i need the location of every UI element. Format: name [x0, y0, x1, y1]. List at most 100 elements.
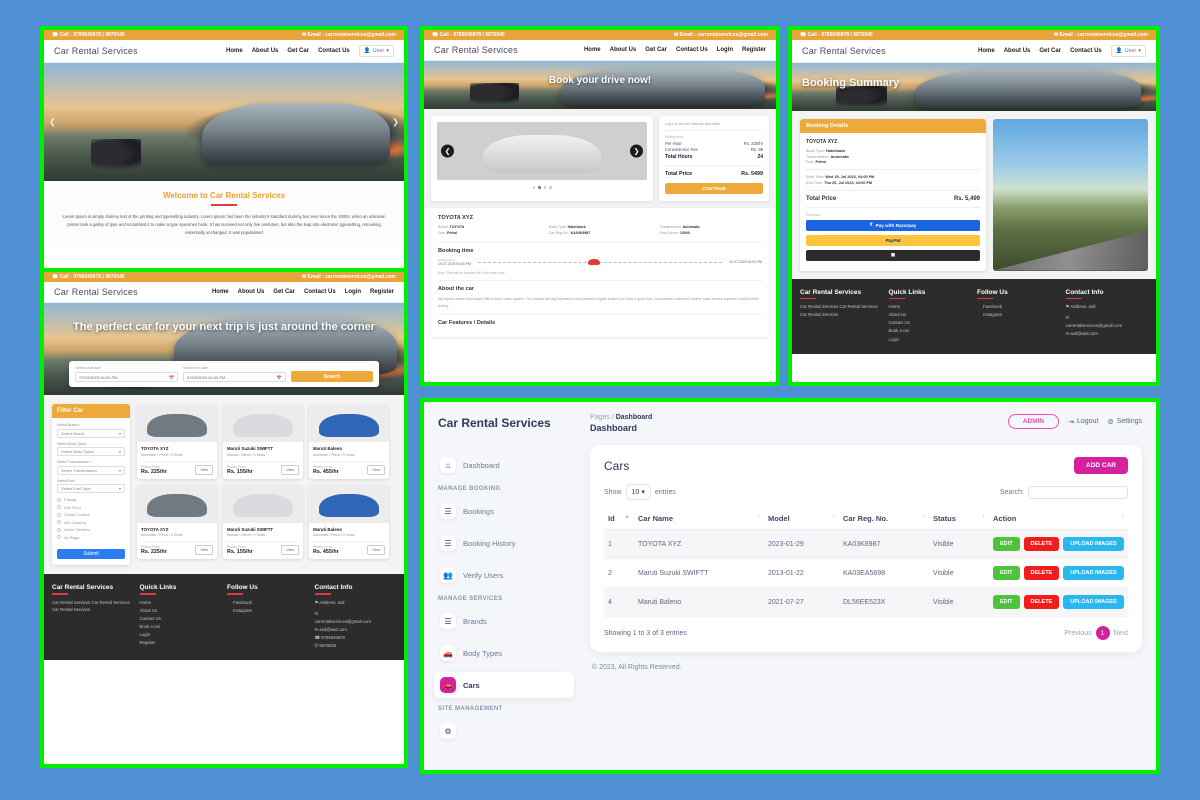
- footer-link-about-us[interactable]: About Us: [889, 311, 972, 319]
- logout-button[interactable]: ⇥ Logout: [1068, 418, 1098, 426]
- breadcrumb-pages[interactable]: Pages: [590, 414, 610, 421]
- footer-social-instagram[interactable]: Instagram: [233, 607, 309, 615]
- card-payment-button[interactable]: ▣: [806, 249, 980, 261]
- footer-link-book-a-car[interactable]: Book a car: [140, 623, 222, 631]
- upload-images-button[interactable]: UPLOAD IMAGES: [1063, 566, 1124, 580]
- nav-register[interactable]: Register: [370, 289, 394, 295]
- upload-images-button[interactable]: UPLOAD IMAGES: [1063, 537, 1124, 551]
- sidebar-item-cars[interactable]: 🚗 Cars: [434, 672, 574, 698]
- car-card[interactable]: Maruti Baleno Automatic • Petrol • 5 Sea…: [309, 484, 389, 559]
- search-input[interactable]: [1028, 485, 1128, 499]
- checkbox-sun-roof[interactable]: Sun Roof: [57, 505, 125, 510]
- add-car-button[interactable]: ADD CAR: [1074, 457, 1128, 474]
- car-card[interactable]: Maruti Suzuki SWIFTT Manual • Diesel • 5…: [223, 404, 303, 479]
- gallery-dot[interactable]: [543, 186, 546, 189]
- footer-email-primary[interactable]: carrentalservices@gmail.com: [1066, 322, 1149, 330]
- footer-email-secondary[interactable]: ✉ asd@asd.com: [315, 626, 397, 634]
- column-model[interactable]: Model ↕: [764, 508, 839, 530]
- view-button[interactable]: View: [195, 545, 213, 555]
- view-button[interactable]: View: [281, 545, 299, 555]
- footer-link-home[interactable]: Home: [140, 599, 222, 607]
- search-button[interactable]: Search: [290, 371, 373, 382]
- car-card[interactable]: TOYOTA XYZ Automatic • Petrol • 5 Seats …: [137, 404, 217, 479]
- upload-images-button[interactable]: UPLOAD IMAGES: [1063, 595, 1124, 609]
- footer-link-about-us[interactable]: About Us: [140, 607, 222, 615]
- checkbox-360-camera[interactable]: 360 Camera: [57, 520, 125, 525]
- delete-button[interactable]: DELETE: [1023, 595, 1060, 609]
- nav-home[interactable]: Home: [212, 289, 229, 295]
- admin-badge[interactable]: ADMIN: [1007, 414, 1060, 429]
- checkbox-cruise-control[interactable]: Cruise Control: [57, 512, 125, 517]
- edit-button[interactable]: EDIT: [993, 595, 1020, 609]
- nav-about-us[interactable]: About Us: [252, 48, 279, 54]
- edit-button[interactable]: EDIT: [993, 537, 1020, 551]
- entries-per-page-select[interactable]: 10 ▾: [625, 484, 651, 500]
- calendar-icon[interactable]: 📅: [169, 375, 174, 380]
- car-card[interactable]: Maruti Baleno Automatic • Petrol • 5 Sea…: [309, 404, 389, 479]
- pagination-previous[interactable]: Previous: [1064, 626, 1091, 640]
- sidebar-item-bookings[interactable]: ☰ Bookings: [434, 498, 574, 524]
- delete-button[interactable]: DELETE: [1023, 537, 1060, 551]
- column-car-reg-no[interactable]: Car Reg. No. ↕: [839, 508, 929, 530]
- filter-submit-button[interactable]: Submit: [57, 549, 125, 559]
- column-action[interactable]: Action ↕: [989, 508, 1128, 530]
- nav-about-us[interactable]: About Us: [238, 289, 265, 295]
- nav-about-us[interactable]: About Us: [610, 47, 637, 53]
- pagination-next[interactable]: Next: [1114, 626, 1128, 640]
- nav-about-us[interactable]: About Us: [1004, 48, 1031, 54]
- column-id[interactable]: Id ▲: [604, 508, 634, 530]
- footer-link-home[interactable]: Home: [889, 303, 972, 311]
- calendar-icon[interactable]: 📅: [277, 375, 282, 380]
- sidebar-item-dashboard[interactable]: ⌂ Dashboard: [434, 452, 574, 478]
- nav-home[interactable]: Home: [978, 48, 995, 54]
- body-type-select[interactable]: Select Body Types ▾: [57, 447, 125, 456]
- site-brand[interactable]: Car Rental Services: [54, 46, 138, 56]
- nav-home[interactable]: Home: [584, 47, 601, 53]
- sidebar-item-partial[interactable]: ⚙: [434, 718, 574, 744]
- checkbox-fastag[interactable]: Fastag: [57, 497, 125, 502]
- sidebar-item-brands[interactable]: ☰ Brands: [434, 608, 574, 634]
- sidebar-item-body-types[interactable]: 🚗 Body Types: [434, 640, 574, 666]
- car-card[interactable]: TOYOTA XYZ Automatic • Petrol • 5 Seats …: [137, 484, 217, 559]
- gallery-prev-icon[interactable]: ❮: [441, 144, 454, 158]
- continue-button[interactable]: CONTINUE: [665, 182, 763, 194]
- nav-contact-us[interactable]: Contact Us: [676, 47, 708, 53]
- footer-link-contact-us[interactable]: Contact Us: [889, 319, 972, 327]
- footer-link-register[interactable]: Register: [140, 639, 222, 647]
- table-row[interactable]: 2 Maruti Suzuki SWIFTT 2013-01-22 KA03EA…: [604, 558, 1128, 588]
- end-date-input[interactable]: 07/20/2023 04:00 PM 📅: [183, 372, 286, 382]
- nav-login[interactable]: Login: [345, 289, 361, 295]
- pagination-page-1[interactable]: 1: [1095, 626, 1110, 640]
- nav-contact-us[interactable]: Contact Us: [304, 289, 336, 295]
- nav-get-car[interactable]: Get Car: [287, 48, 309, 54]
- footer-social-facebook[interactable]: Facebook: [983, 303, 1060, 311]
- footer-link-book-a-car[interactable]: Book a car: [889, 327, 972, 335]
- footer-email-primary[interactable]: carrentalservices@gmail.com: [315, 618, 397, 626]
- table-row[interactable]: 1 TOYOTA XYZ 2023-01-29 KA03K8987 Visibl…: [604, 529, 1128, 559]
- view-button[interactable]: View: [195, 464, 213, 475]
- column-car-name[interactable]: Car Name ↕: [634, 508, 764, 530]
- view-button[interactable]: View: [367, 464, 385, 475]
- gallery-next-icon[interactable]: ❯: [630, 144, 643, 158]
- site-brand[interactable]: Car Rental Services: [434, 45, 518, 55]
- nav-home[interactable]: Home: [226, 48, 243, 54]
- transmission-select[interactable]: Select Transmission ▾: [57, 465, 125, 475]
- edit-button[interactable]: EDIT: [993, 566, 1020, 580]
- footer-link-contact-us[interactable]: Contact Us: [140, 615, 222, 623]
- nav-contact-us[interactable]: Contact Us: [1070, 48, 1102, 54]
- user-menu-button[interactable]: 👤 User ▾: [358, 45, 394, 57]
- sidebar-item-booking-history[interactable]: ☰ Booking History: [434, 530, 574, 556]
- nav-contact-us[interactable]: Contact Us: [318, 48, 350, 54]
- gallery-dot[interactable]: [532, 186, 535, 189]
- footer-social-instagram[interactable]: Instagram: [983, 311, 1060, 319]
- brand-select[interactable]: Select Brand ▾: [57, 428, 125, 438]
- sidebar-item-verify-users[interactable]: 👥 Verify Users: [434, 562, 574, 588]
- nav-login[interactable]: Login: [717, 47, 733, 53]
- settings-button[interactable]: ⚙ Settings: [1107, 418, 1142, 426]
- nav-get-car[interactable]: Get Car: [273, 289, 295, 295]
- view-button[interactable]: View: [367, 545, 385, 555]
- footer-phone-secondary[interactable]: ✆ 9876545: [315, 642, 397, 650]
- user-menu-button[interactable]: 👤 User ▾: [1110, 45, 1146, 57]
- pay-with-razorpay-button[interactable]: ₹ Pay with Razorpay: [806, 219, 980, 231]
- footer-phone-primary[interactable]: ☎ 9786549878: [315, 634, 397, 642]
